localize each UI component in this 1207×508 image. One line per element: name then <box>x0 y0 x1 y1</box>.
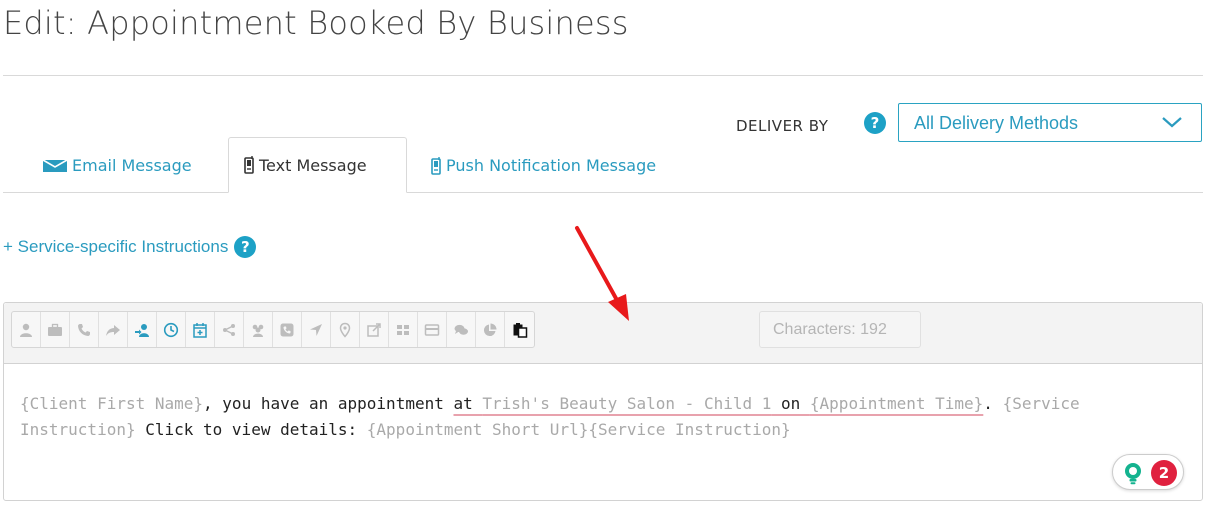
envelope-icon <box>42 158 68 172</box>
token-client-first-name: {Client First Name} <box>20 394 204 413</box>
insert-phone-button[interactable] <box>70 312 99 347</box>
page-title: Edit: Appointment Booked By Business <box>3 4 629 42</box>
message-text[interactable]: {Client First Name}, you have an appoint… <box>20 391 1180 443</box>
tab-email-message[interactable]: Email Message <box>28 138 206 193</box>
character-count: Characters: 192 <box>759 311 921 348</box>
credit-card-icon <box>424 323 440 336</box>
insert-services-button[interactable] <box>389 312 418 347</box>
comments-icon <box>454 324 468 335</box>
message-text-part: Click to view details: <box>135 420 367 439</box>
tab-push-label: Push Notification Message <box>446 156 657 175</box>
message-text-part: on <box>771 394 810 413</box>
lightbulb-icon <box>1125 463 1141 485</box>
map-marker-icon <box>339 322 351 338</box>
insert-payment-button[interactable] <box>418 312 447 347</box>
tab-text-label: Text Message <box>259 155 367 175</box>
insert-time-button[interactable] <box>157 312 186 347</box>
message-text-part: , you have an appointment <box>203 394 454 413</box>
paste-button[interactable] <box>505 312 534 347</box>
location-arrow-icon <box>310 323 322 336</box>
calendar-plus-icon <box>193 322 207 338</box>
message-editor: Characters: 192 {Client First Name}, you… <box>3 302 1203 501</box>
insert-date-button[interactable] <box>186 312 215 347</box>
pie-chart-icon <box>483 323 497 336</box>
insert-group-button[interactable] <box>244 312 273 347</box>
grammar-suggestions-badge[interactable]: 2 <box>1112 454 1184 490</box>
share-nodes-icon <box>223 323 235 336</box>
insert-business-button[interactable] <box>41 312 70 347</box>
insert-message-button[interactable] <box>447 312 476 347</box>
service-help-icon[interactable]: ? <box>234 236 257 258</box>
insert-link-button[interactable] <box>360 312 389 347</box>
message-text-part: . <box>983 394 993 413</box>
grid-icon <box>397 324 409 335</box>
suggestion-count: 2 <box>1151 460 1177 486</box>
delivery-method-select[interactable]: All Delivery Methods <box>898 103 1202 142</box>
group-icon <box>252 324 264 337</box>
insert-phone-square-button[interactable] <box>273 312 302 347</box>
tab-email-label: Email Message <box>72 156 192 175</box>
insert-forward-button[interactable] <box>99 312 128 347</box>
insert-directions-button[interactable] <box>302 312 331 347</box>
insert-staff-button[interactable] <box>128 312 157 347</box>
share-arrow-icon <box>106 324 120 336</box>
mobile-phone-icon <box>431 156 441 175</box>
paste-icon <box>513 322 527 338</box>
deliver-by-label: DELIVER BY <box>736 117 829 135</box>
token-service-instruction: {Service Instruction} <box>588 420 791 439</box>
clock-icon <box>163 322 179 337</box>
service-instructions-label: + Service-specific Instructions <box>3 237 229 256</box>
insert-stats-button[interactable] <box>476 312 505 347</box>
editor-toolbar: Characters: 192 <box>4 303 1202 364</box>
service-instructions-link[interactable]: + Service-specific Instructions ? <box>3 236 257 258</box>
business-name-text: Trish's Beauty Salon - Child 1 <box>482 394 772 413</box>
user-icon <box>20 323 32 337</box>
insert-location-button[interactable] <box>331 312 360 347</box>
token-appointment-short-url: {Appointment Short Url} <box>366 420 589 439</box>
message-text-part: at <box>453 394 483 413</box>
chevron-down-icon <box>1162 117 1182 128</box>
mobile-phone-icon <box>244 156 254 174</box>
external-link-icon <box>367 322 381 337</box>
briefcase-icon <box>48 323 62 336</box>
phone-square-icon <box>280 323 294 336</box>
insert-client-name-button[interactable] <box>12 312 41 347</box>
insert-share-button[interactable] <box>215 312 244 347</box>
delivery-method-value: All Delivery Methods <box>914 113 1079 133</box>
deliver-help-icon[interactable]: ? <box>864 112 886 134</box>
tab-push-notification[interactable]: Push Notification Message <box>416 138 670 193</box>
user-arrow-icon <box>135 323 149 337</box>
phone-icon <box>78 323 90 336</box>
toolbar-button-group <box>11 311 535 348</box>
tab-text-message[interactable]: Text Message <box>228 137 407 193</box>
title-divider <box>3 75 1203 76</box>
token-appointment-time: {Appointment Time} <box>809 394 984 413</box>
